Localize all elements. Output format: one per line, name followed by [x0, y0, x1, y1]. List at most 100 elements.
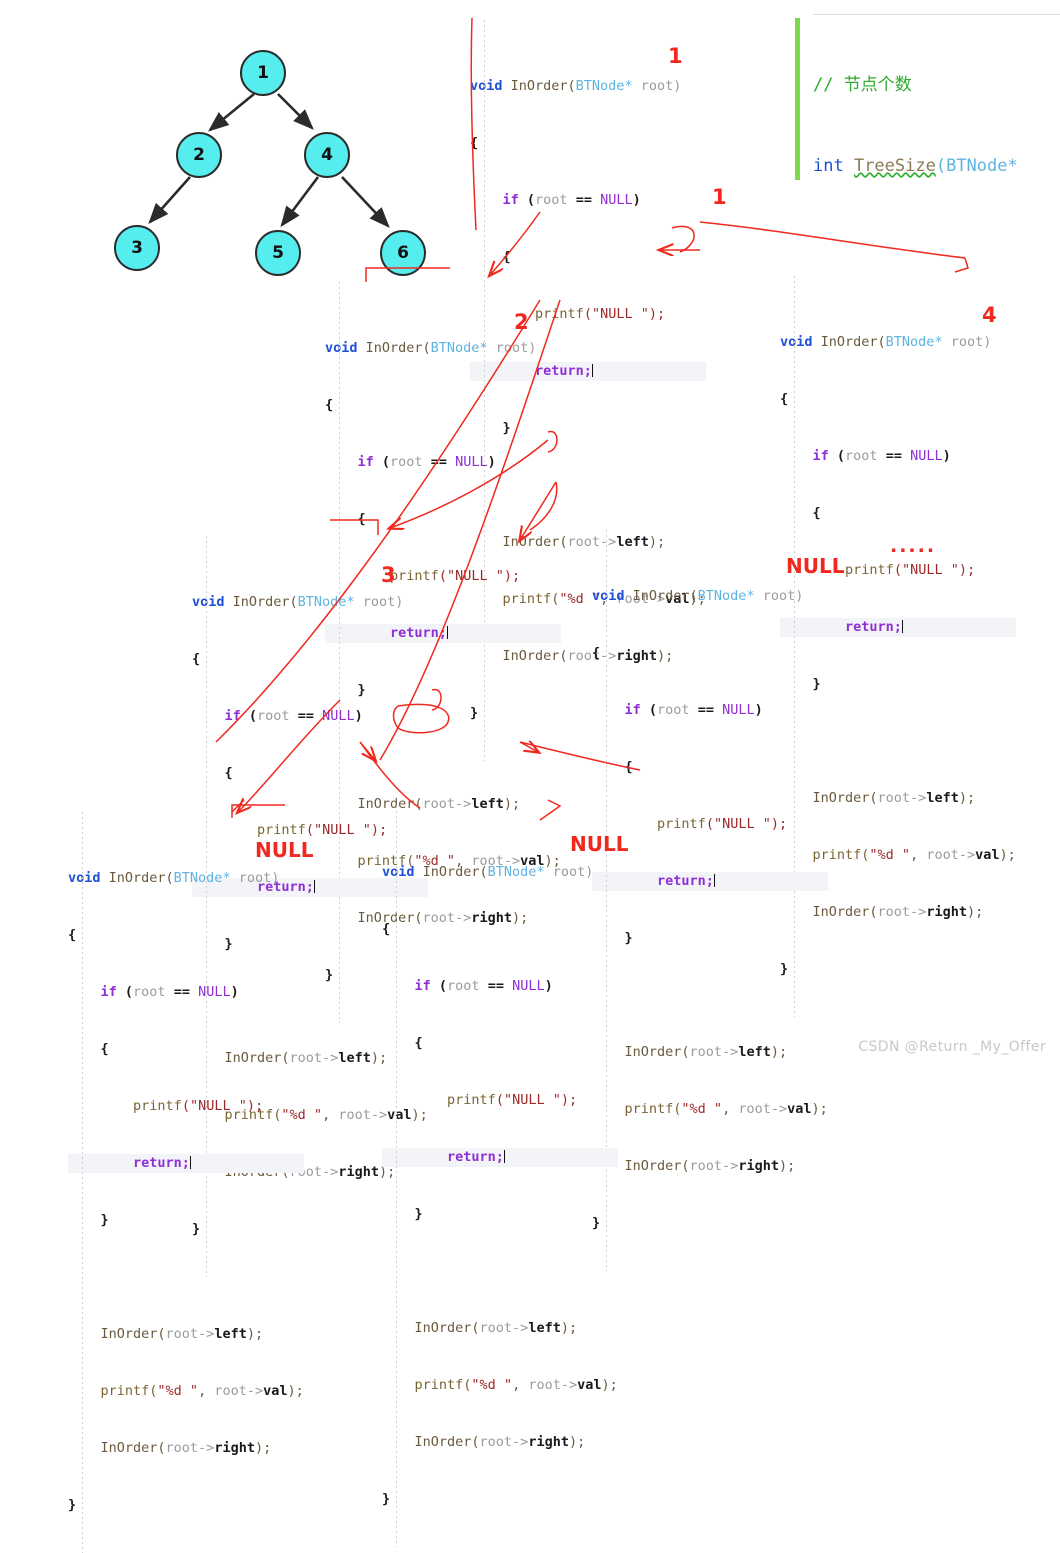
fn-inorder: InOrder(: [820, 334, 886, 350]
param-root: root): [354, 594, 404, 610]
paren-close: ): [354, 708, 363, 724]
brace-open: {: [780, 391, 789, 407]
code-block-null-c: void InOrder(BTNode* root) { if (root ==…: [382, 806, 618, 1547]
call-right-root: root->: [165, 1440, 215, 1456]
paren-close: ): [754, 702, 763, 718]
page-root: 1 2 4 3 5 6 // 节点个数 int TreeSize(BTNode*…: [0, 0, 1060, 1553]
fn-inorder: InOrder(: [632, 588, 698, 604]
call-right-post: );: [966, 904, 984, 920]
op-eq: ==: [567, 192, 601, 208]
call-right-member: right: [338, 1164, 379, 1180]
paren-open: (: [438, 978, 448, 994]
call-inorder-left-pre: InOrder(: [100, 1326, 166, 1342]
brace-open: {: [325, 397, 334, 413]
str-null-arg: ("NULL ");: [495, 1092, 578, 1108]
text-caret: [503, 1150, 505, 1163]
kw-null: NULL: [455, 454, 488, 470]
brace-open: {: [382, 921, 391, 937]
brace-open: {: [592, 645, 601, 661]
kw-return: return;: [845, 619, 902, 635]
call-inorder-right-pre: InOrder(: [100, 1440, 166, 1456]
printf-val-root: root->: [338, 1107, 388, 1123]
text-caret: [591, 364, 593, 377]
tree-node-1: 1: [240, 50, 286, 96]
param-root: root): [487, 340, 537, 356]
kw-void: void: [192, 594, 233, 610]
param-root: root): [754, 588, 804, 604]
call-right-post: );: [568, 1434, 586, 1450]
kw-return: return;: [447, 1149, 504, 1165]
op-eq: ==: [877, 448, 911, 464]
str-null-arg: ("NULL ");: [705, 816, 788, 832]
printf-val-post: );: [811, 1101, 828, 1117]
ident-root: root: [257, 708, 290, 724]
text-caret: [446, 626, 448, 639]
call-right-root: root->: [689, 1158, 739, 1174]
brace-inner-open: {: [224, 765, 233, 781]
annotation-num-1-right: 1: [712, 185, 727, 209]
printf-val-member: val: [263, 1383, 288, 1399]
brace-inner-open: {: [624, 759, 633, 775]
call-inorder-right-pre: InOrder(: [624, 1158, 690, 1174]
call-left-post: );: [560, 1320, 578, 1336]
fn-treesize: TreeSize: [853, 156, 936, 176]
type-btnode: BTNode*: [173, 870, 231, 886]
call-left-member: left: [926, 790, 959, 806]
paren-close: ): [230, 984, 239, 1000]
fn-printf: printf: [657, 816, 706, 832]
type-btnode: BTNode*: [575, 78, 633, 94]
kw-if: if: [357, 454, 382, 470]
ident-root: root: [390, 454, 423, 470]
brace-inner-open: {: [502, 249, 511, 265]
kw-int-1: int: [813, 156, 854, 176]
printf-val-fmt: "%d ": [869, 847, 911, 863]
printf-val-pre: printf(: [624, 1101, 682, 1117]
green-change-bar: [795, 18, 800, 180]
printf-val-member: val: [577, 1377, 602, 1393]
param-root: root): [632, 78, 682, 94]
type-btnode: BTNode*: [697, 588, 755, 604]
panel-top-rule: [813, 14, 1060, 15]
printf-val-mid: ,: [910, 847, 927, 863]
panel-code-lines: // 节点个数 int TreeSize(BTNode* // 叶子节点个数 i…: [813, 18, 1028, 184]
brace-inner-open: {: [100, 1041, 109, 1057]
comment-node-count: // 节点个数: [813, 75, 912, 95]
ident-root: root: [657, 702, 690, 718]
printf-val-pre: printf(: [414, 1377, 472, 1393]
param-root: root): [942, 334, 992, 350]
annotation-null-b: NULL: [255, 838, 314, 862]
call-left-member: left: [528, 1320, 561, 1336]
kw-null: NULL: [722, 702, 755, 718]
call-right-root: root->: [877, 904, 927, 920]
brace-open: {: [192, 651, 201, 667]
call-left-post: );: [958, 790, 976, 806]
kw-if: if: [100, 984, 125, 1000]
text-caret: [189, 1156, 191, 1169]
fn-inorder: InOrder(: [365, 340, 431, 356]
call-inorder-right-pre: InOrder(: [414, 1434, 480, 1450]
tree-api-comment-panel: // 节点个数 int TreeSize(BTNode* // 叶子节点个数 i…: [795, 14, 1060, 184]
call-left-root: root->: [165, 1326, 215, 1342]
ident-root: root: [535, 192, 568, 208]
call-left-root: root->: [689, 1044, 739, 1060]
op-eq: ==: [689, 702, 723, 718]
type-btnode: BTNode*: [430, 340, 488, 356]
str-null-arg: ("NULL ");: [893, 562, 976, 578]
kw-null: NULL: [910, 448, 943, 464]
text-caret: [313, 880, 315, 893]
printf-val-post: );: [601, 1377, 618, 1393]
str-null-arg: ("NULL ");: [583, 306, 666, 322]
printf-val-member: val: [975, 847, 1000, 863]
annotation-null-c: NULL: [570, 832, 629, 856]
brace-inner-open: {: [357, 511, 366, 527]
printf-val-pre: printf(: [100, 1383, 158, 1399]
op-eq: ==: [479, 978, 513, 994]
kw-return: return;: [657, 873, 714, 889]
annotation-num-2: 2: [514, 310, 529, 334]
printf-val-root: root->: [528, 1377, 578, 1393]
call-right-member: right: [528, 1434, 569, 1450]
paren-close: ): [487, 454, 496, 470]
kw-void: void: [68, 870, 109, 886]
printf-val-mid: ,: [722, 1101, 739, 1117]
kw-if: if: [224, 708, 249, 724]
